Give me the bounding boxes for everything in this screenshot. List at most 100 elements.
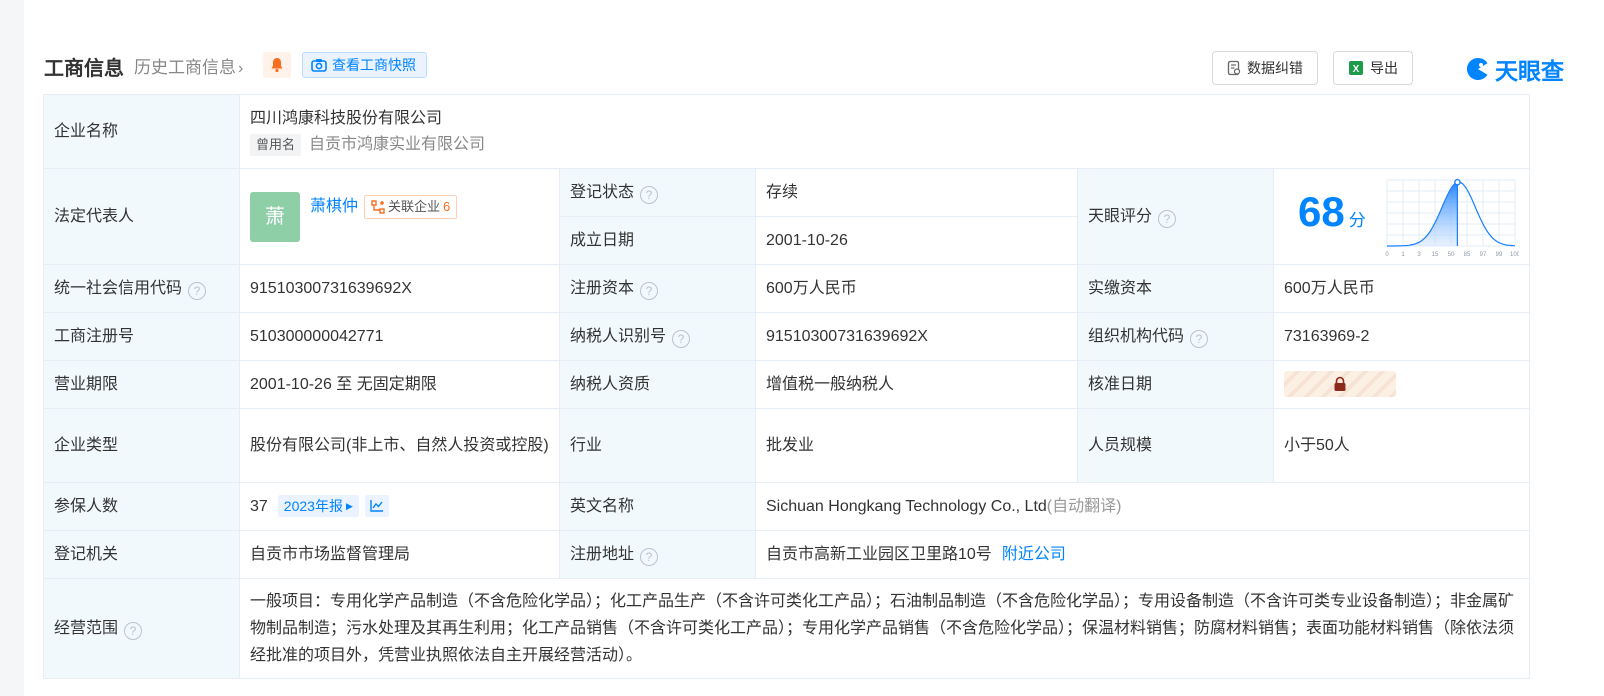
scope-value: 一般项目：专用化学产品制造（不含危险化学品）；化工产品生产（不含许可类化工产品）… xyxy=(238,578,1531,679)
taxpayer-value: 增值税一般纳税人 xyxy=(755,360,1078,409)
authority-label: 登记机关 xyxy=(43,530,240,579)
score-unit: 分 xyxy=(1348,210,1366,230)
founded-label: 成立日期 xyxy=(559,216,756,265)
axis-tick-label: 1 xyxy=(1401,252,1405,258)
legal-rep-label: 法定代表人 xyxy=(43,168,240,265)
tax-id-label: 纳税人识别号? xyxy=(559,312,756,361)
auto-translate-note: (自动翻译) xyxy=(1046,497,1122,515)
nearby-companies-link[interactable]: 附近公司 xyxy=(1002,546,1066,563)
table-row: 企业类型 股份有限公司(非上市、自然人投资或控股) 行业 批发业 人员规模 小于… xyxy=(43,408,1531,483)
table-row: 企业名称 四川鸿康科技股份有限公司 曾用名 自贡市鸿康实业有限公司 xyxy=(43,94,1531,169)
bell-button[interactable] xyxy=(263,52,291,78)
paid-capital-label: 实缴资本 xyxy=(1077,264,1274,313)
legal-rep-cell: 萧 萧棋仲 关联企业 6 xyxy=(239,168,560,265)
axis-tick-label: 50 xyxy=(1448,252,1455,258)
axis-tick-label: 3 xyxy=(1417,252,1421,258)
trend-chart-button[interactable] xyxy=(364,495,389,518)
reg-no-value: 510300000042771 xyxy=(239,312,560,361)
history-link[interactable]: 历史工商信息 › xyxy=(134,53,243,78)
staff-size-value: 小于50人 xyxy=(1272,408,1531,483)
avatar[interactable]: 萧 xyxy=(250,191,300,242)
axis-tick-label: 15 xyxy=(1432,252,1439,258)
term-label: 营业期限 xyxy=(43,360,240,409)
help-icon[interactable]: ? xyxy=(188,281,207,300)
help-icon[interactable]: ? xyxy=(672,329,691,348)
export-button[interactable]: X 导出 xyxy=(1333,51,1413,85)
help-icon[interactable]: ? xyxy=(640,185,659,204)
locked-value[interactable] xyxy=(1284,371,1396,398)
address-label: 注册地址? xyxy=(559,530,756,579)
staff-size-label: 人员规模 xyxy=(1077,408,1274,483)
org-code-value: 73163969-2 xyxy=(1272,312,1531,361)
data-feedback-button[interactable]: 数据纠错 xyxy=(1212,51,1318,85)
scope-label: 经营范围? xyxy=(43,578,240,679)
industry-value: 批发业 xyxy=(755,408,1078,483)
insured-cell: 37 2023年报 ▶ xyxy=(239,482,560,531)
axis-tick-label: 99 xyxy=(1496,252,1503,258)
company-name-cell: 四川鸿康科技股份有限公司 曾用名 自贡市鸿康实业有限公司 xyxy=(238,94,1531,169)
approval-value xyxy=(1272,360,1531,409)
section-title: 工商信息 xyxy=(44,58,124,80)
industry-label: 行业 xyxy=(559,408,756,483)
reg-capital-label: 注册资本? xyxy=(559,264,756,313)
insured-value: 37 xyxy=(250,497,268,515)
status-label: 登记状态? xyxy=(559,168,756,217)
lock-icon xyxy=(1334,377,1346,392)
business-info-table: 企业名称 四川鸿康科技股份有限公司 曾用名 自贡市鸿康实业有限公司 法定代表人 萧… xyxy=(43,94,1531,679)
company-type-label: 企业类型 xyxy=(43,408,240,483)
founded-value: 2001-10-26 xyxy=(755,216,1078,265)
axis-tick-label: 100 xyxy=(1510,252,1519,258)
axis-tick-label: 97 xyxy=(1480,252,1487,258)
credit-code-value: 91510300731639692X xyxy=(239,264,560,313)
help-icon[interactable]: ? xyxy=(640,281,659,300)
insured-label: 参保人数 xyxy=(43,482,240,531)
help-icon[interactable]: ? xyxy=(640,547,659,566)
authority-value: 自贡市市场监督管理局 xyxy=(239,530,560,579)
help-icon[interactable]: ? xyxy=(124,621,143,640)
tianyan-score-label: 天眼评分? xyxy=(1077,168,1274,265)
credit-code-label: 统一社会信用代码? xyxy=(43,264,240,313)
status-value: 存续 xyxy=(755,168,1078,217)
bell-icon xyxy=(271,58,283,73)
feedback-icon xyxy=(1227,60,1241,76)
excel-icon: X xyxy=(1349,61,1363,75)
table-row: 经营范围? 一般项目：专用化学产品制造（不含危险化学品）；化工产品生产（不含许可… xyxy=(43,578,1531,679)
table-row: 营业期限 2001-10-26 至 无固定期限 纳税人资质 增值税一般纳税人 核… xyxy=(43,360,1531,409)
english-name-cell: Sichuan Hongkang Technology Co., Ltd(自动翻… xyxy=(754,482,1531,531)
address-cell: 自贡市高新工业园区卫里路10号 附近公司 xyxy=(754,530,1531,579)
score-area xyxy=(1387,181,1458,246)
score-distribution-chart: 0 1 3 15 50 85 97 99 100 xyxy=(1385,178,1519,258)
related-companies-button[interactable]: 关联企业 6 xyxy=(364,194,458,219)
annual-report-year-button[interactable]: 2023年报 ▶ xyxy=(277,494,359,517)
english-name-value: Sichuan Hongkang Technology Co., Ltd xyxy=(766,497,1047,515)
company-name-label: 企业名称 xyxy=(43,94,240,169)
legal-rep-name-link[interactable]: 萧棋仲 xyxy=(310,194,358,220)
english-name-label: 英文名称 xyxy=(559,482,756,531)
axis-tick-label: 0 xyxy=(1385,252,1389,258)
tianyancha-logo: 天眼查 xyxy=(1465,52,1564,86)
help-icon[interactable]: ? xyxy=(1190,329,1209,348)
axis-tick-label: 85 xyxy=(1464,252,1471,258)
table-row: 登记机关 自贡市市场监督管理局 注册地址? 自贡市高新工业园区卫里路10号 附近公… xyxy=(43,530,1531,579)
line-chart-icon xyxy=(370,500,383,512)
svg-text:X: X xyxy=(1353,64,1360,75)
former-name-badge: 曾用名 xyxy=(250,133,302,156)
help-icon[interactable]: ? xyxy=(1158,209,1177,228)
snapshot-button[interactable]: 查看工商快照 xyxy=(302,52,427,78)
relation-icon xyxy=(371,199,385,214)
company-name: 四川鸿康科技股份有限公司 xyxy=(250,109,443,127)
tianyancha-logo-icon xyxy=(1467,58,1488,80)
table-row: 参保人数 37 2023年报 ▶ 英文名称 Sichuan Hongkang Tec… xyxy=(43,482,1531,531)
term-value: 2001-10-26 至 无固定期限 xyxy=(239,360,560,409)
section-header: 工商信息 历史工商信息 › 查看工商快照 数据纠错 X 导出 天眼查 xyxy=(44,48,1564,86)
company-type-value: 股份有限公司(非上市、自然人投资或控股) xyxy=(239,408,560,483)
table-row: 统一社会信用代码? 91510300731639692X 注册资本? 600万人… xyxy=(43,264,1531,313)
score-marker-dot xyxy=(1454,178,1461,185)
tianyan-score-cell[interactable]: 68 分 0 1 3 15 50 85 97 99 100 xyxy=(1272,168,1531,265)
table-row: 工商注册号 510300000042771 纳税人识别号? 9151030073… xyxy=(43,312,1531,361)
paid-capital-value: 600万人民币 xyxy=(1272,264,1531,313)
tianyan-score: 68 xyxy=(1298,187,1345,235)
former-name: 自贡市鸿康实业有限公司 xyxy=(309,135,486,153)
camera-icon xyxy=(311,59,327,72)
taxpayer-label: 纳税人资质 xyxy=(559,360,756,409)
